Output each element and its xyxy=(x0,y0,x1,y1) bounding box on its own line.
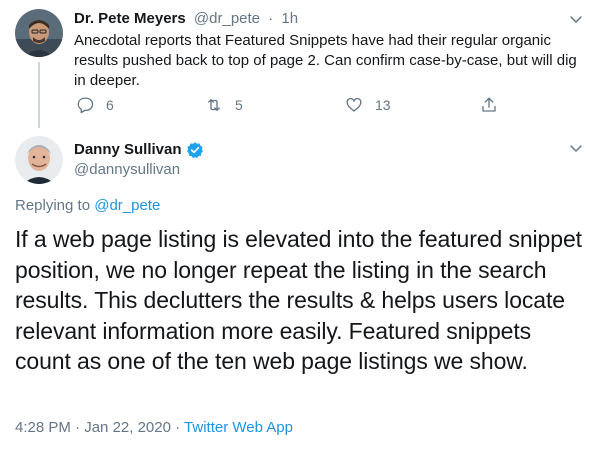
meta-separator-2: · xyxy=(170,419,185,436)
avatar-danny-sullivan[interactable] xyxy=(15,136,63,184)
replying-to-prefix: Replying to xyxy=(15,197,95,214)
tweet1-dot: · xyxy=(268,10,274,27)
tweet2-time[interactable]: 4:28 PM xyxy=(15,419,71,436)
retweet-icon xyxy=(208,99,220,111)
tweet-thread: Dr. Pete Meyers @dr_pete · 1h Anecdotal … xyxy=(0,0,599,452)
tweet2-source[interactable]: Twitter Web App xyxy=(184,419,293,436)
share-action[interactable] xyxy=(480,94,498,116)
thread-connector-line xyxy=(38,62,40,128)
reply-action[interactable]: 6 xyxy=(76,94,114,116)
tweet2-meta: 4:28 PM · Jan 22, 2020 · Twitter Web App xyxy=(15,418,293,438)
reply-count: 6 xyxy=(106,97,114,113)
tweet1-time[interactable]: 1h xyxy=(281,10,298,27)
retweet-count: 5 xyxy=(235,97,243,113)
tweet1-author-name[interactable]: Dr. Pete Meyers xyxy=(74,10,186,27)
chevron-down-icon[interactable] xyxy=(568,11,584,27)
meta-separator-1: · xyxy=(70,419,85,436)
tweet2-date[interactable]: Jan 22, 2020 xyxy=(84,419,171,436)
replying-to: Replying to @dr_pete xyxy=(15,196,160,216)
like-icon xyxy=(346,97,362,112)
tweet2-author-name-row[interactable]: Danny Sullivan xyxy=(74,140,204,160)
verified-badge-icon xyxy=(186,142,203,159)
avatar-dr-pete[interactable] xyxy=(15,9,63,57)
retweet-action[interactable]: 5 xyxy=(205,94,243,116)
replying-to-link[interactable]: @dr_pete xyxy=(94,197,160,214)
tweet2-text: If a web page listing is elevated into t… xyxy=(15,226,582,374)
tweet1-handle[interactable]: @dr_pete xyxy=(194,10,260,27)
share-icon xyxy=(482,97,496,112)
like-count: 13 xyxy=(375,97,391,113)
tweet2-author-name[interactable]: Danny Sullivan xyxy=(74,140,182,160)
chevron-down-icon[interactable] xyxy=(568,140,584,156)
tweet1-text: Anecdotal reports that Featured Snippets… xyxy=(74,32,577,89)
reply-icon xyxy=(77,97,94,114)
tweet2-handle[interactable]: @dannysullivan xyxy=(74,160,180,180)
like-action[interactable]: 13 xyxy=(345,94,391,116)
tweet1-header: Dr. Pete Meyers @dr_pete · 1h xyxy=(74,9,298,29)
